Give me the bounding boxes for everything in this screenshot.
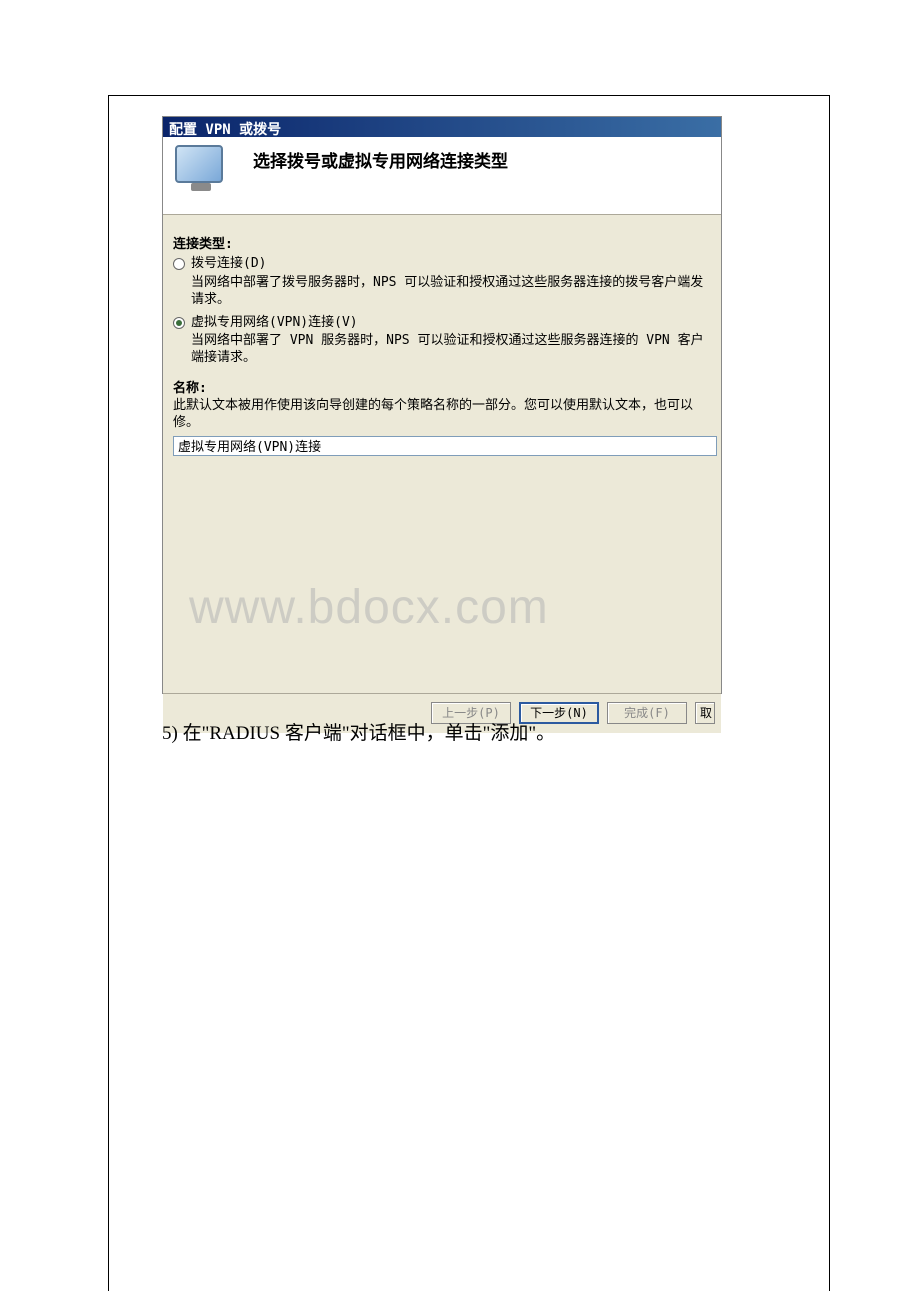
dialog-title: 配置 VPN 或拨号 [169, 122, 281, 138]
radio-dialup-desc: 当网络中部署了拨号服务器时，NPS 可以验证和授权通过这些服务器连接的拨号客户端… [173, 275, 711, 309]
radio-icon [173, 317, 185, 329]
monitor-icon [175, 145, 233, 197]
radio-dialup-label: 拨号连接(D) [191, 256, 266, 273]
doc-step-text: 5) 在"RADIUS 客户端"对话框中，单击"添加"。 [162, 718, 555, 745]
cancel-button[interactable]: 取 [695, 702, 715, 724]
radio-vpn[interactable]: 虚拟专用网络(VPN)连接(V) [173, 315, 711, 332]
connection-type-label: 连接类型: [173, 237, 711, 254]
radio-vpn-label: 虚拟专用网络(VPN)连接(V) [191, 315, 358, 332]
config-vpn-dialog: 配置 VPN 或拨号 选择拨号或虚拟专用网络连接类型 连接类型: 拨号连接(D)… [162, 116, 722, 694]
name-input[interactable] [173, 436, 717, 456]
finish-button[interactable]: 完成(F) [607, 702, 687, 724]
dialog-header-title: 选择拨号或虚拟专用网络连接类型 [253, 145, 508, 172]
dialog-titlebar: 配置 VPN 或拨号 [163, 117, 721, 137]
name-desc: 此默认文本被用作使用该向导创建的每个策略名称的一部分。您可以使用默认文本，也可以… [173, 398, 711, 432]
dialog-header: 选择拨号或虚拟专用网络连接类型 [163, 137, 721, 215]
name-label: 名称: [173, 381, 711, 398]
page-border: 配置 VPN 或拨号 选择拨号或虚拟专用网络连接类型 连接类型: 拨号连接(D)… [108, 95, 830, 1291]
dialog-body: 连接类型: 拨号连接(D) 当网络中部署了拨号服务器时，NPS 可以验证和授权通… [163, 215, 721, 693]
radio-icon [173, 258, 185, 270]
radio-dialup[interactable]: 拨号连接(D) [173, 256, 711, 273]
radio-vpn-desc: 当网络中部署了 VPN 服务器时，NPS 可以验证和授权通过这些服务器连接的 V… [173, 333, 711, 367]
